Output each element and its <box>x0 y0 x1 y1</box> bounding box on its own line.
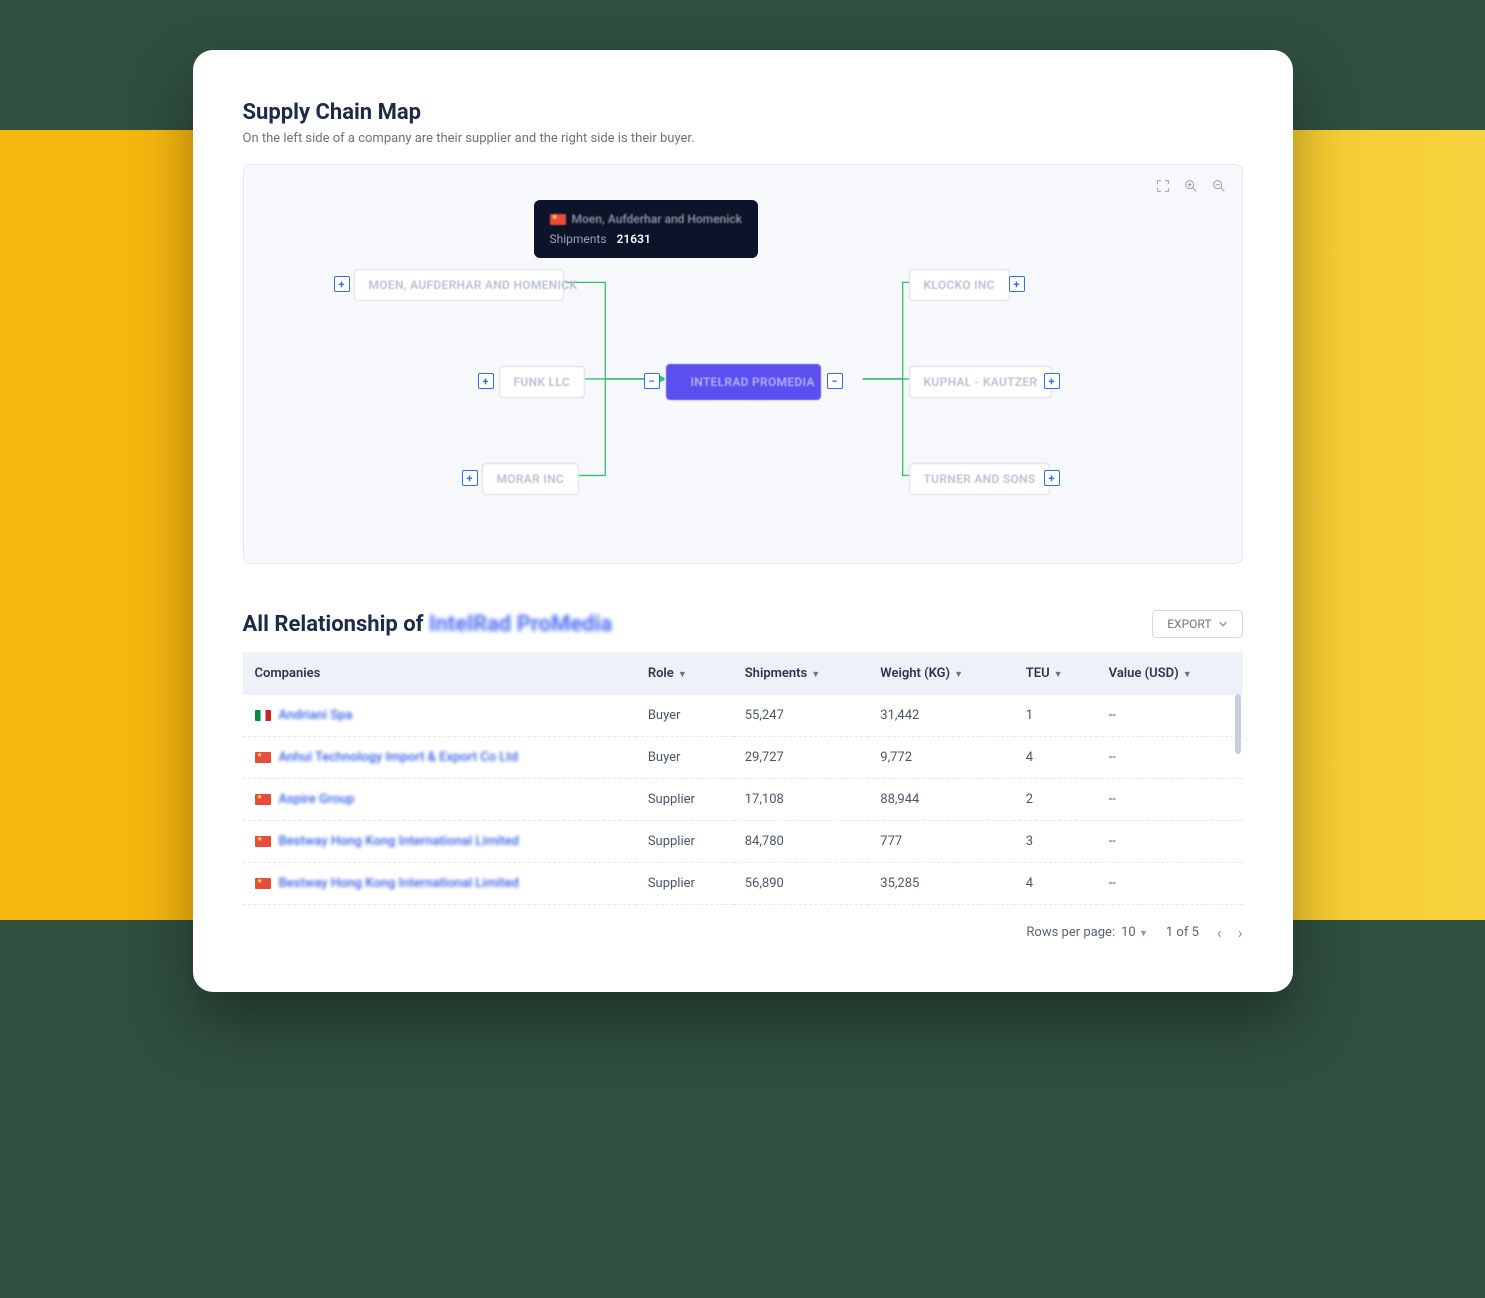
collapse-node-button[interactable]: − <box>827 373 843 389</box>
table-row[interactable]: Aspire Group Supplier17,10888,9442-- <box>243 779 1243 821</box>
page-title: Supply Chain Map <box>243 100 1243 125</box>
col-shipments[interactable]: Shipments▼ <box>733 652 869 695</box>
col-teu[interactable]: TEU▼ <box>1014 652 1097 695</box>
node-tooltip: Moen, Aufderhar and Homenick Shipments 21… <box>534 200 758 258</box>
prev-page-button[interactable]: ‹ <box>1217 923 1222 942</box>
cell-shipments: 29,727 <box>733 737 869 779</box>
cell-value: -- <box>1097 821 1243 863</box>
tooltip-company: Moen, Aufderhar and Homenick <box>572 212 742 226</box>
cell-shipments: 55,247 <box>733 695 869 737</box>
flag-it-icon <box>255 710 271 721</box>
next-page-button[interactable]: › <box>1238 923 1243 942</box>
cell-value: -- <box>1097 779 1243 821</box>
supplier-node[interactable]: FUNK LLC <box>499 366 585 398</box>
col-companies[interactable]: Companies <box>243 652 636 695</box>
expand-node-button[interactable]: + <box>334 276 350 292</box>
main-card: Supply Chain Map On the left side of a c… <box>193 50 1293 992</box>
tooltip-shipments-label: Shipments <box>550 232 607 246</box>
cell-role: Supplier <box>636 863 733 905</box>
expand-node-button[interactable]: + <box>462 470 478 486</box>
col-weight[interactable]: Weight (KG)▼ <box>868 652 1014 695</box>
page-indicator: 1 of 5 <box>1166 925 1199 940</box>
cell-teu: 4 <box>1014 737 1097 779</box>
table-row[interactable]: Bestway Hong Kong International Limited S… <box>243 821 1243 863</box>
expand-node-button[interactable]: + <box>1044 470 1060 486</box>
cell-role: Supplier <box>636 779 733 821</box>
page-subtitle: On the left side of a company are their … <box>243 131 1243 146</box>
company-link[interactable]: Bestway Hong Kong International Limited <box>279 876 520 891</box>
expand-node-button[interactable]: + <box>478 373 494 389</box>
buyer-node[interactable]: KLOCKO INC <box>909 269 1010 301</box>
flag-cn-icon <box>255 752 271 763</box>
company-link[interactable]: Aspire Group <box>279 792 355 807</box>
cell-value: -- <box>1097 863 1243 905</box>
cell-teu: 4 <box>1014 863 1097 905</box>
cell-weight: 31,442 <box>868 695 1014 737</box>
cell-value: -- <box>1097 695 1243 737</box>
table-row[interactable]: Andriani Spa Buyer55,24731,4421-- <box>243 695 1243 737</box>
cell-shipments: 17,108 <box>733 779 869 821</box>
buyer-node[interactable]: TURNER AND SONS <box>909 463 1051 495</box>
cell-role: Buyer <box>636 695 733 737</box>
supply-chain-map[interactable]: Moen, Aufderhar and Homenick Shipments 21… <box>243 164 1243 564</box>
table-row[interactable]: Anhui Technology Import & Export Co Ltd B… <box>243 737 1243 779</box>
cell-teu: 2 <box>1014 779 1097 821</box>
col-value[interactable]: Value (USD)▼ <box>1097 652 1243 695</box>
scrollbar[interactable] <box>1235 694 1241 754</box>
cell-value: -- <box>1097 737 1243 779</box>
flag-cn-icon <box>255 794 271 805</box>
cell-weight: 35,285 <box>868 863 1014 905</box>
cell-weight: 9,772 <box>868 737 1014 779</box>
company-link[interactable]: Anhui Technology Import & Export Co Ltd <box>279 750 519 765</box>
supplier-node[interactable]: MOEN, AUFDERHAR AND HOMENICK <box>354 269 564 301</box>
flag-cn-icon <box>255 836 271 847</box>
chevron-down-icon <box>1218 619 1228 629</box>
cell-weight: 777 <box>868 821 1014 863</box>
rows-per-page-select[interactable]: 10 ▼ <box>1121 925 1148 940</box>
relationship-title: All Relationship of IntelRad ProMedia <box>243 612 613 637</box>
rows-per-page-label: Rows per page: <box>1026 925 1115 940</box>
cell-role: Buyer <box>636 737 733 779</box>
col-role[interactable]: Role▼ <box>636 652 733 695</box>
center-company-node[interactable]: INTELRAD PROMEDIA <box>666 364 821 400</box>
flag-cn-icon <box>550 214 566 225</box>
pagination: Rows per page: 10 ▼ 1 of 5 ‹ › <box>243 923 1243 942</box>
cell-shipments: 84,780 <box>733 821 869 863</box>
cell-weight: 88,944 <box>868 779 1014 821</box>
flag-cn-icon <box>255 878 271 889</box>
buyer-node[interactable]: KUPHAL - KAUTZER <box>909 366 1053 398</box>
company-link[interactable]: Bestway Hong Kong International Limited <box>279 834 520 849</box>
export-button[interactable]: EXPORT <box>1152 610 1242 638</box>
collapse-node-button[interactable]: − <box>644 373 660 389</box>
cell-role: Supplier <box>636 821 733 863</box>
cell-teu: 1 <box>1014 695 1097 737</box>
expand-node-button[interactable]: + <box>1009 276 1025 292</box>
tooltip-shipments-value: 21631 <box>617 232 651 246</box>
table-row[interactable]: Bestway Hong Kong International Limited S… <box>243 863 1243 905</box>
cell-teu: 3 <box>1014 821 1097 863</box>
cell-shipments: 56,890 <box>733 863 869 905</box>
company-link[interactable]: Andriani Spa <box>279 708 353 723</box>
supplier-node[interactable]: MORAR INC <box>482 463 580 495</box>
expand-node-button[interactable]: + <box>1044 373 1060 389</box>
relationship-table: Companies Role▼ Shipments▼ Weight (KG)▼ … <box>243 652 1243 905</box>
